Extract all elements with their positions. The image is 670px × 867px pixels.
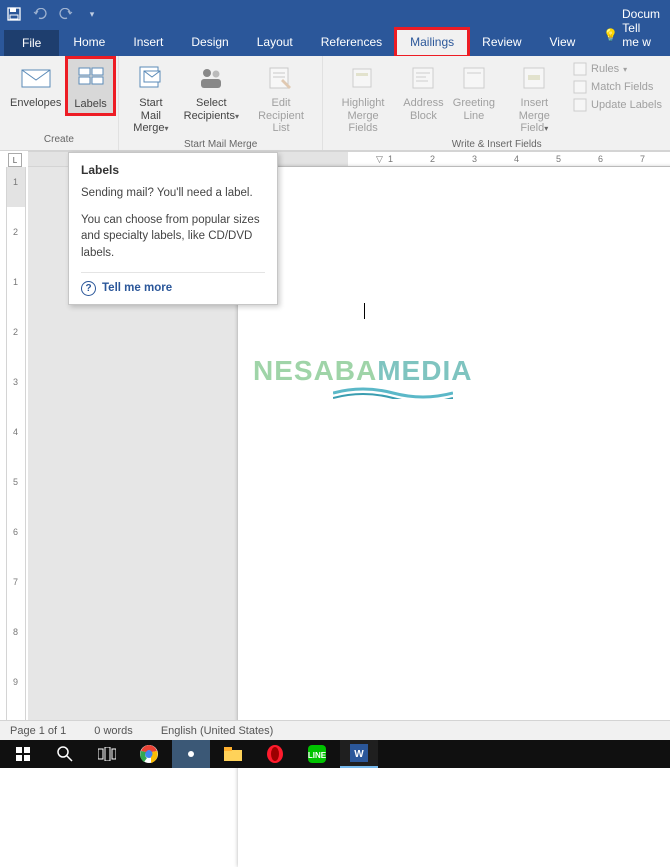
status-page[interactable]: Page 1 of 1 [10,725,66,737]
rules-icon [573,62,587,76]
envelope-icon [20,62,52,94]
update-labels-icon [573,98,587,112]
taskbar-word[interactable]: W [340,740,378,768]
tooltip-line2: You can choose from popular sizes and sp… [81,212,265,262]
undo-icon[interactable] [32,6,48,22]
redo-icon[interactable] [58,6,74,22]
insert-merge-field-icon [518,62,550,94]
envelopes-button[interactable]: Envelopes [4,58,67,112]
tab-view[interactable]: View [536,29,590,56]
ribbon-tabs: File Home Insert Design Layout Reference… [0,28,670,56]
tab-references[interactable]: References [307,29,396,56]
greeting-line-button: GreetingLine [448,58,499,124]
task-view-button[interactable] [88,740,126,768]
qat-customize-icon[interactable]: ▾ [84,6,100,22]
tab-home[interactable]: Home [59,29,119,56]
address-block-icon [407,62,439,94]
taskbar-line[interactable]: LINE [298,740,336,768]
select-recipients-button[interactable]: SelectRecipients▾ [179,58,244,124]
start-mail-merge-button[interactable]: Start MailMerge▾ [123,58,179,137]
tab-file[interactable]: File [4,30,59,56]
status-words[interactable]: 0 words [94,725,133,737]
tab-stop-selector[interactable]: L [8,153,22,167]
match-fields-button: Match Fields [573,80,662,94]
indent-marker-icon[interactable]: ▽ [376,154,383,165]
tooltip-title: Labels [81,163,265,177]
tab-mailings[interactable]: Mailings [396,29,468,56]
tell-me-more-link[interactable]: ? Tell me more [81,272,265,296]
tooltip-line1: Sending mail? You'll need a label. [81,185,265,202]
recipients-icon [195,62,227,94]
tab-design[interactable]: Design [177,29,242,56]
status-bar: Page 1 of 1 0 words English (United Stat… [0,720,670,740]
svg-text:W: W [354,749,364,760]
status-language[interactable]: English (United States) [161,725,274,737]
group-create: Envelopes Labels Create [0,56,119,150]
labels-icon [75,63,107,95]
save-icon[interactable] [6,6,22,22]
rules-button: Rules▾ [573,62,662,76]
taskbar-opera[interactable] [256,740,294,768]
highlight-icon [347,62,379,94]
tell-me[interactable]: 💡Tell me w [589,15,670,56]
help-icon: ? [81,281,96,296]
lightbulb-icon: 💡 [603,28,618,42]
title-bar: ▾ Docum [0,0,670,28]
highlight-merge-fields-button: HighlightMerge Fields [327,58,398,137]
mail-merge-icon [135,62,167,94]
insert-merge-field-button: Insert MergeField▾ [500,58,570,137]
match-fields-icon [573,80,587,94]
edit-list-icon [265,62,297,94]
labels-tooltip: Labels Sending mail? You'll need a label… [68,152,278,305]
wif-side-list: Rules▾ Match Fields Update Labels [569,58,666,116]
tab-layout[interactable]: Layout [243,29,307,56]
vertical-ruler[interactable]: 12123456789 [6,167,26,722]
taskbar-file-explorer[interactable] [214,740,252,768]
update-labels-button: Update Labels [573,98,662,112]
taskbar: LINE W [0,740,670,768]
text-cursor [364,303,365,319]
group-write-insert-fields: HighlightMerge Fields AddressBlock Greet… [323,56,670,150]
search-button[interactable] [46,740,84,768]
address-block-button: AddressBlock [399,58,449,124]
watermark: NESABAMEDIA [253,355,472,387]
watermark-wave-icon [333,385,453,399]
quick-access-toolbar: ▾ [6,6,100,22]
taskbar-app1[interactable] [172,740,210,768]
ribbon: Envelopes Labels Create Start MailMerge▾… [0,56,670,151]
svg-text:LINE: LINE [308,751,326,760]
tab-insert[interactable]: Insert [119,29,177,56]
greeting-icon [458,62,490,94]
tab-review[interactable]: Review [468,29,535,56]
labels-button[interactable]: Labels [67,58,113,114]
group-start-mail-merge: Start MailMerge▾ SelectRecipients▾ EditR… [119,56,324,150]
start-button[interactable] [4,740,42,768]
edit-recipient-list-button: EditRecipient List [244,58,319,137]
taskbar-chrome[interactable] [130,740,168,768]
